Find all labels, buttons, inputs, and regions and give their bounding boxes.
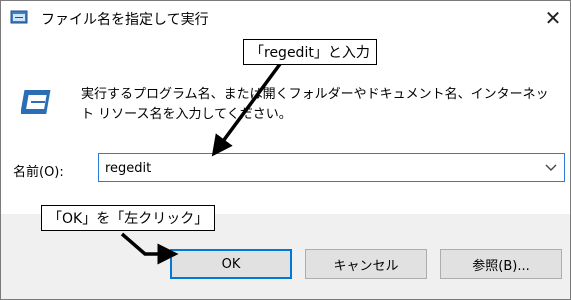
dialog-description: 実行するプログラム名、または開くフォルダーやドキュメント名、インターネット リソ…	[81, 87, 549, 122]
cancel-button[interactable]: キャンセル	[305, 249, 427, 279]
name-label: 名前(O):	[13, 165, 64, 180]
close-icon: ✕	[544, 6, 562, 30]
callout-click-ok: 「OK」を「左クリック」	[41, 205, 216, 231]
run-dialog-icon	[21, 90, 51, 114]
chevron-down-icon[interactable]	[544, 160, 558, 174]
run-window-icon	[10, 10, 28, 24]
callout-type-regedit: 「regedit」と入力	[243, 39, 377, 65]
name-input[interactable]	[105, 158, 525, 178]
dialog-title: ファイル名を指定して実行	[41, 12, 209, 28]
browse-button[interactable]: 参照(B)...	[440, 249, 562, 279]
title-bar: ファイル名を指定して実行 ✕	[1, 1, 570, 35]
name-combobox[interactable]	[98, 153, 565, 182]
ok-button[interactable]: OK	[170, 249, 292, 279]
close-button[interactable]: ✕	[536, 1, 570, 35]
